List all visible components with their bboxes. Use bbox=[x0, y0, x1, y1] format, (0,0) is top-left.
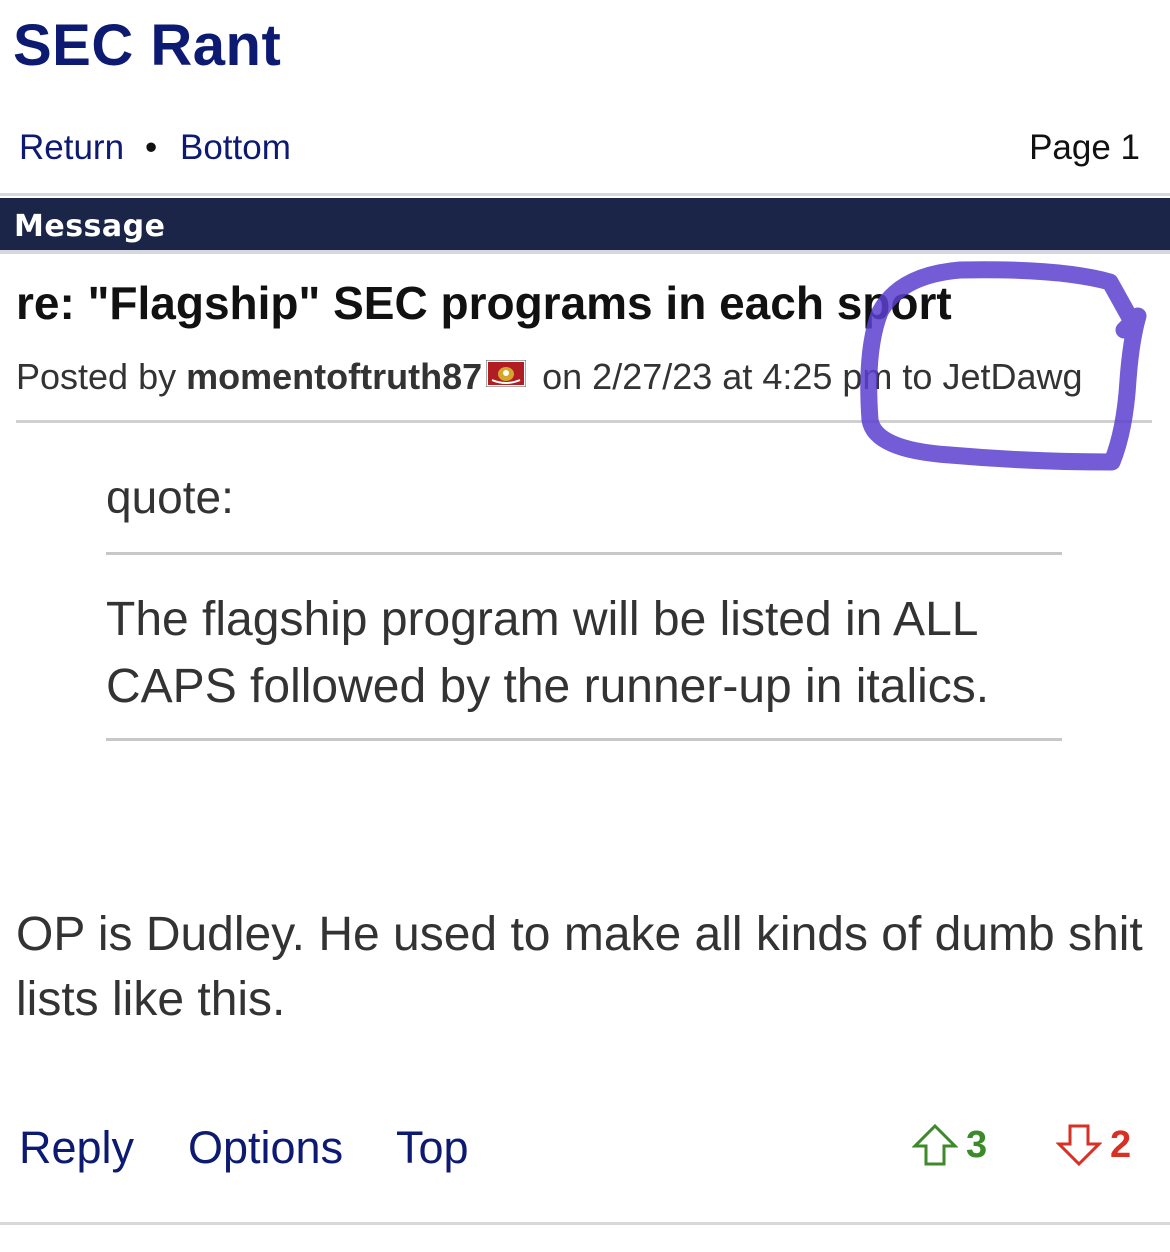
team-flag-icon bbox=[486, 360, 527, 387]
upvote-count: 3 bbox=[966, 1123, 988, 1166]
options-button[interactable]: Options bbox=[188, 1122, 343, 1174]
reply-button[interactable]: Reply bbox=[19, 1122, 134, 1174]
quote-label: quote: bbox=[106, 471, 234, 523]
post-body: OP is Dudley. He used to make all kinds … bbox=[16, 908, 1143, 1026]
post-title: re: "Flagship" SEC programs in each spor… bbox=[16, 277, 952, 329]
downvote-count: 2 bbox=[1110, 1123, 1132, 1166]
top-button[interactable]: Top bbox=[396, 1122, 469, 1174]
quote-top-rule bbox=[106, 552, 1062, 555]
message-header-bar: Message bbox=[0, 198, 1170, 250]
posted-by-prefix: Posted by bbox=[16, 356, 177, 397]
bottom-link[interactable]: Bottom bbox=[180, 128, 291, 168]
message-header-label: Message bbox=[14, 209, 166, 244]
recipient-link[interactable]: JetDawg bbox=[942, 356, 1082, 397]
nav-separator: • bbox=[145, 128, 158, 167]
downvote-button[interactable]: 2 bbox=[1056, 1122, 1131, 1168]
arrow-up-outline-icon bbox=[912, 1123, 958, 1166]
meta-divider bbox=[16, 420, 1152, 423]
bottom-divider bbox=[0, 1222, 1170, 1225]
thread-nav: Return • Bottom Page 1 bbox=[0, 128, 1170, 176]
post-date: on 2/27/23 at 4:25 pm to bbox=[542, 356, 933, 397]
upvote-button[interactable]: 3 bbox=[912, 1122, 987, 1168]
quote-bottom-rule bbox=[106, 738, 1062, 741]
forum-page: SEC Rant Return • Bottom Page 1 Message … bbox=[0, 0, 1170, 1252]
quote-text: The flagship program will be listed in A… bbox=[106, 593, 990, 713]
header-divider bbox=[0, 250, 1170, 254]
return-link[interactable]: Return bbox=[19, 128, 124, 168]
forum-title[interactable]: SEC Rant bbox=[13, 14, 281, 78]
nav-divider bbox=[0, 193, 1170, 196]
page-indicator: Page 1 bbox=[1029, 128, 1140, 167]
post-meta: Posted by momentoftruth87 on 2/27/23 at … bbox=[16, 356, 1083, 398]
author-link[interactable]: momentoftruth87 bbox=[186, 356, 482, 397]
arrow-down-outline-icon bbox=[1056, 1124, 1102, 1167]
